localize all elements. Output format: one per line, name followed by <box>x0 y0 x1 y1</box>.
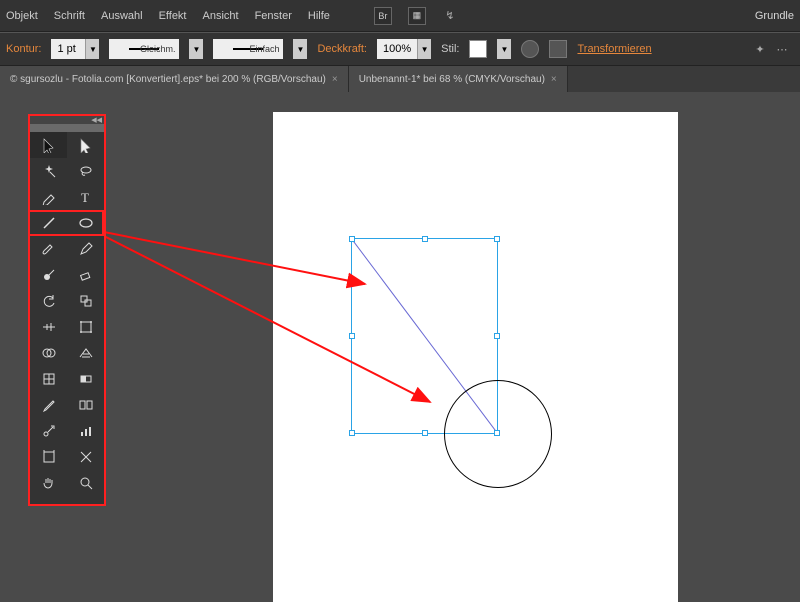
tab-label: Unbenannt-1* bei 68 % (CMYK/Vorschau) <box>359 74 545 85</box>
opacity-combo[interactable]: 100% ▼ <box>377 39 431 59</box>
menu-hilfe[interactable]: Hilfe <box>308 10 330 22</box>
workspace-switcher[interactable]: Grundle <box>755 10 794 22</box>
options-bar: Kontur: 1 pt ▼ Gleichm. ▼ Einfach ▼ Deck… <box>0 32 800 66</box>
recolor-artwork-button[interactable] <box>521 40 539 58</box>
tools-grip[interactable] <box>30 124 104 132</box>
ellipse-tool[interactable] <box>67 210 104 236</box>
style-label: Stil: <box>441 43 459 55</box>
menu-fenster[interactable]: Fenster <box>255 10 292 22</box>
menu-effekt[interactable]: Effekt <box>159 10 187 22</box>
resize-handle[interactable] <box>349 430 355 436</box>
style-swatch[interactable] <box>469 40 487 58</box>
stroke-cap-combo[interactable]: Gleichm. <box>109 39 179 59</box>
tab-label: © sgursozlu - Fotolia.com [Konvertiert].… <box>10 74 326 85</box>
blob-brush-tool[interactable] <box>30 262 67 288</box>
collapse-panel-icon[interactable]: ◀◀ <box>30 116 104 124</box>
resize-handle[interactable] <box>494 333 500 339</box>
document-tab[interactable]: © sgursozlu - Fotolia.com [Konvertiert].… <box>0 66 349 92</box>
resize-handle[interactable] <box>494 236 500 242</box>
slice-tool[interactable] <box>67 444 104 470</box>
close-icon[interactable]: × <box>332 74 338 85</box>
stroke-label: Kontur: <box>6 43 41 55</box>
chevron-down-icon: ▼ <box>85 39 99 59</box>
lasso-tool[interactable] <box>67 158 104 184</box>
artboard[interactable] <box>273 112 678 602</box>
arrange-documents-icon[interactable]: ▦ <box>408 7 426 25</box>
paintbrush-tool[interactable] <box>30 236 67 262</box>
workspace <box>0 92 800 600</box>
svg-text:T: T <box>81 190 89 205</box>
stroke-width-value: 1 pt <box>51 43 85 55</box>
close-icon[interactable]: × <box>551 74 557 85</box>
sync-icon[interactable]: ↯ <box>442 8 458 24</box>
shape-builder-tool[interactable] <box>30 340 67 366</box>
transform-link[interactable]: Transformieren <box>577 43 651 55</box>
free-transform-tool[interactable] <box>67 314 104 340</box>
menu-auswahl[interactable]: Auswahl <box>101 10 143 22</box>
zoom-tool[interactable] <box>67 470 104 496</box>
eraser-tool[interactable] <box>67 262 104 288</box>
eyedropper-tool[interactable] <box>30 392 67 418</box>
menu-objekt[interactable]: Objekt <box>6 10 38 22</box>
resize-handle[interactable] <box>349 236 355 242</box>
stroke-profile-combo[interactable]: Einfach <box>213 39 283 59</box>
selection-tool[interactable] <box>30 132 67 158</box>
isolate-icon[interactable]: ✦ <box>752 41 768 57</box>
ellipse-art[interactable] <box>444 380 552 488</box>
chevron-down-icon: ▼ <box>417 39 431 59</box>
type-tool[interactable]: T <box>67 184 104 210</box>
hand-tool[interactable] <box>30 470 67 496</box>
direct-selection-tool[interactable] <box>67 132 104 158</box>
perspective-grid-tool[interactable] <box>67 340 104 366</box>
column-graph-tool[interactable] <box>67 418 104 444</box>
tools-panel: ◀◀ T <box>30 116 104 504</box>
stroke-width-combo[interactable]: 1 pt ▼ <box>51 39 99 59</box>
magic-wand-tool[interactable] <box>30 158 67 184</box>
menu-bar: Objekt Schrift Auswahl Effekt Ansicht Fe… <box>0 0 800 32</box>
artboard-tool[interactable] <box>30 444 67 470</box>
document-tab-bar: © sgursozlu - Fotolia.com [Konvertiert].… <box>0 66 800 92</box>
resize-handle[interactable] <box>422 430 428 436</box>
pen-tool[interactable] <box>30 184 67 210</box>
scale-tool[interactable] <box>67 288 104 314</box>
menu-schrift[interactable]: Schrift <box>54 10 85 22</box>
opacity-value: 100% <box>377 43 417 55</box>
menu-ansicht[interactable]: Ansicht <box>203 10 239 22</box>
align-button[interactable] <box>549 40 567 58</box>
chevron-down-icon[interactable]: ▼ <box>189 39 203 59</box>
bridge-icon[interactable]: Br <box>374 7 392 25</box>
resize-handle[interactable] <box>422 236 428 242</box>
opacity-label: Deckkraft: <box>317 43 367 55</box>
more-options-icon[interactable]: ⋯ <box>774 41 790 57</box>
width-tool[interactable] <box>30 314 67 340</box>
chevron-down-icon[interactable]: ▼ <box>497 39 511 59</box>
document-tab[interactable]: Unbenannt-1* bei 68 % (CMYK/Vorschau) × <box>349 66 568 92</box>
gradient-tool[interactable] <box>67 366 104 392</box>
rotate-tool[interactable] <box>30 288 67 314</box>
resize-handle[interactable] <box>349 333 355 339</box>
mesh-tool[interactable] <box>30 366 67 392</box>
line-segment-tool[interactable] <box>30 210 67 236</box>
blend-tool[interactable] <box>67 392 104 418</box>
symbol-sprayer-tool[interactable] <box>30 418 67 444</box>
pencil-tool[interactable] <box>67 236 104 262</box>
chevron-down-icon[interactable]: ▼ <box>293 39 307 59</box>
